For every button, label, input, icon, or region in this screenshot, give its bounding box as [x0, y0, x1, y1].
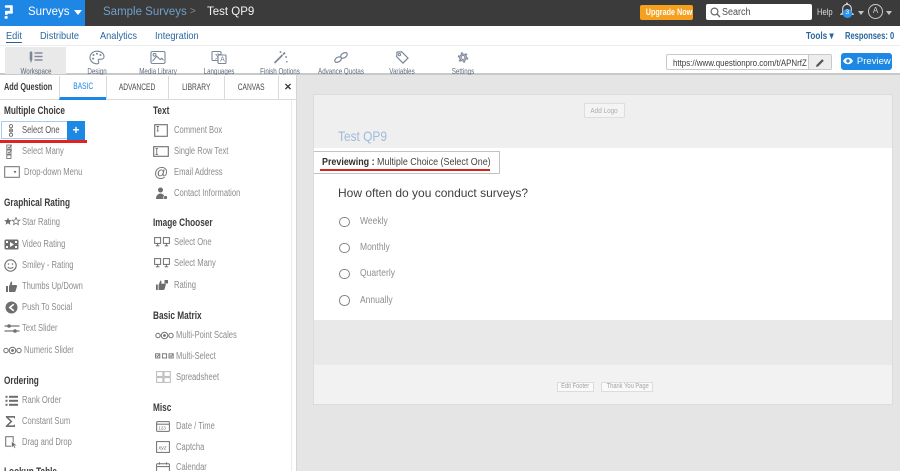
svg-text:123: 123 [158, 426, 166, 431]
svg-text:@: @ [154, 165, 168, 179]
svg-text:xyz: xyz [157, 446, 167, 452]
svg-text:A: A [220, 57, 225, 64]
